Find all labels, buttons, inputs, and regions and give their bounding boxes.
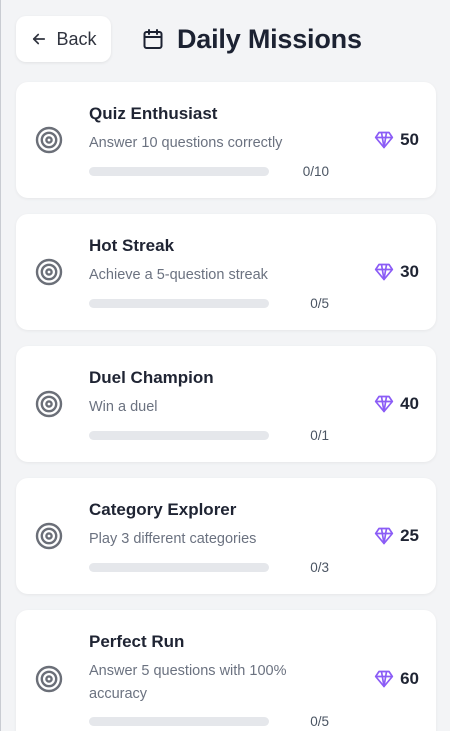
reward-value: 50 xyxy=(400,130,419,149)
reward: 50 xyxy=(374,130,419,150)
reward: 40 xyxy=(374,394,419,414)
gem-icon xyxy=(374,395,394,413)
progress-count: 0/3 xyxy=(310,560,329,575)
reward: 60 xyxy=(374,669,419,689)
reward-value: 30 xyxy=(400,262,419,281)
mission-title: Quiz Enthusiast xyxy=(89,104,218,123)
back-button[interactable]: Back xyxy=(16,16,111,62)
gem-icon xyxy=(374,527,394,545)
mission-card[interactable]: Category Explorer Play 3 different categ… xyxy=(16,478,436,594)
reward: 25 xyxy=(374,526,419,546)
arrow-left-icon xyxy=(33,33,46,45)
target-icon xyxy=(35,522,63,550)
mission-card[interactable]: Perfect Run Answer 5 questions with 100%… xyxy=(16,610,436,731)
target-icon xyxy=(35,390,63,418)
progress-bar xyxy=(89,717,269,726)
page-title: Daily Missions xyxy=(177,23,362,54)
window-edge xyxy=(0,0,1,731)
mission-title: Hot Streak xyxy=(89,236,175,255)
progress-bar xyxy=(89,431,269,440)
target-icon xyxy=(35,126,63,154)
progress-count: 0/10 xyxy=(302,164,329,179)
page-title-group: Daily Missions xyxy=(141,24,362,55)
mission-description: Answer 5 questions with 100% accuracy xyxy=(89,663,287,702)
mission-card[interactable]: Hot Streak Achieve a 5-question streak 0… xyxy=(16,214,436,330)
mission-title: Perfect Run xyxy=(89,632,185,651)
mission-title: Duel Champion xyxy=(89,368,214,387)
gem-icon xyxy=(374,263,394,281)
mission-list: Quiz Enthusiast Answer 10 questions corr… xyxy=(16,82,436,731)
mission-description: Achieve a 5-question streak xyxy=(89,267,268,283)
mission-description: Win a duel xyxy=(89,399,158,415)
reward-value: 25 xyxy=(400,526,419,545)
target-icon xyxy=(35,665,63,693)
header: Back Daily Missions xyxy=(16,16,434,62)
progress-count: 0/5 xyxy=(310,296,329,311)
back-label: Back xyxy=(56,28,97,49)
gem-icon xyxy=(374,670,394,688)
mission-description: Answer 10 questions correctly xyxy=(89,135,283,151)
gem-icon xyxy=(374,131,394,149)
target-icon xyxy=(35,258,63,286)
reward-value: 60 xyxy=(400,669,419,688)
progress-bar xyxy=(89,167,269,176)
progress-count: 0/1 xyxy=(310,428,329,443)
progress-bar xyxy=(89,563,269,572)
mission-card[interactable]: Quiz Enthusiast Answer 10 questions corr… xyxy=(16,82,436,198)
mission-description: Play 3 different categories xyxy=(89,531,257,547)
progress-bar xyxy=(89,299,269,308)
mission-title: Category Explorer xyxy=(89,500,237,519)
calendar-icon xyxy=(143,29,163,49)
progress-count: 0/5 xyxy=(310,714,329,729)
mission-card[interactable]: Duel Champion Win a duel 0/1 40 xyxy=(16,346,436,462)
reward: 30 xyxy=(374,262,419,282)
reward-value: 40 xyxy=(400,394,419,413)
